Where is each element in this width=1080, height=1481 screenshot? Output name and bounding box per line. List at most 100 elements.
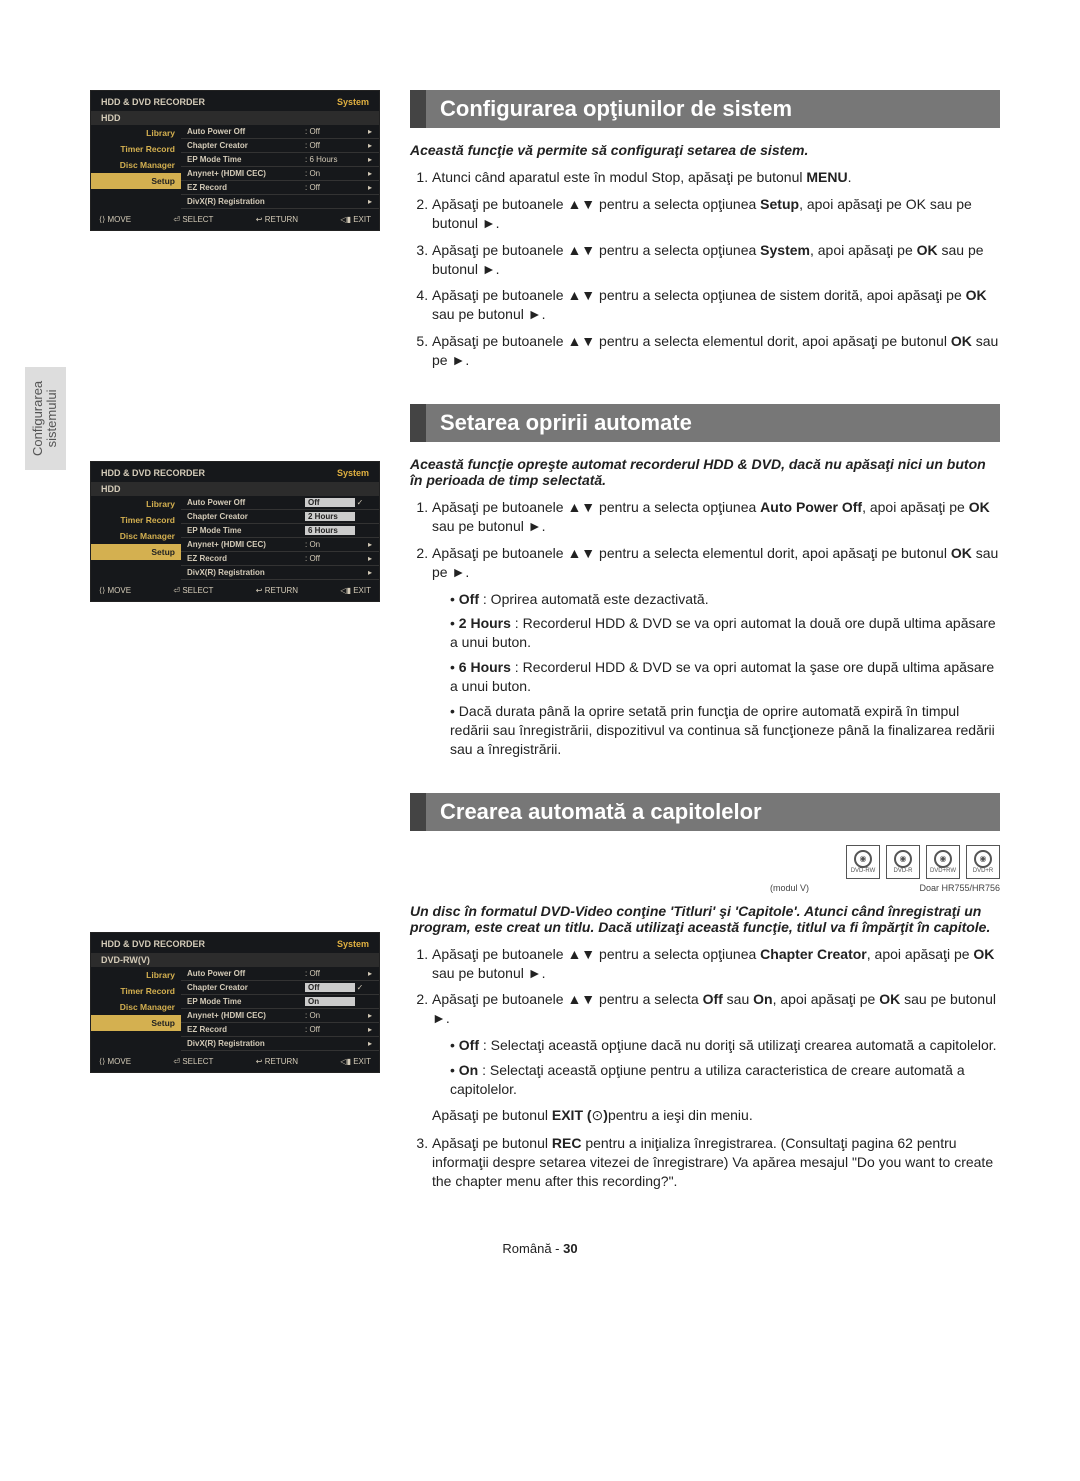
steps-1: Atunci când aparatul este în modul Stop,… [410,168,1000,370]
menu-library: Library [91,496,181,512]
hint-exit: ◁▮ EXIT [340,1057,371,1066]
osd-bottom: ⟨⟩ MOVE ⏎ SELECT ↩ RETURN ◁▮ EXIT [91,580,379,595]
osd-row: EP Mode Time6 Hours [181,524,379,538]
disc-label: DVD+R [973,868,994,874]
disc-dvd-plus-r-icon: ◉DVD+R [966,845,1000,879]
osd-row: Anynet+ (HDMI CEC): On▸ [181,167,379,181]
osd-sub-2: HDD [91,482,379,496]
disc-label: DVD-R [894,868,913,874]
step-item: Apăsaţi pe butoanele ▲▼ pentru a selecta… [432,286,1000,324]
osd-row: DivX(R) Registration▸ [181,195,379,209]
side-tab-line2: sistemului [44,390,59,448]
osd-row: Auto Power Off: Off▸ [181,125,379,139]
subtitle-3: Un disc în formatul DVD-Video conţine 'T… [410,903,1000,935]
disc-cap-left: (modul V) [770,883,809,893]
menu-setup-selected: Setup [91,173,181,189]
step-item: Apăsaţi pe butoanele ▲▼ pentru a selecta… [432,544,1000,582]
hint-select: ⏎ SELECT [173,215,213,224]
osd-system-label: System [337,468,369,478]
steps-2: Apăsaţi pe butoanele ▲▼ pentru a selecta… [410,498,1000,582]
step-item: Apăsaţi pe butoanele ▲▼ pentru a selecta… [432,990,1000,1028]
bullet-item: On : Selectaţi această opţiune pentru a … [450,1061,1000,1099]
hint-exit: ◁▮ EXIT [340,215,371,224]
disc-icons: ◉DVD-RW ◉DVD-R ◉DVD+RW ◉DVD+R [410,845,1000,879]
step-item: Apăsaţi pe butoanele ▲▼ pentru a selecta… [432,945,1000,983]
osd-row: Chapter Creator2 Hours [181,510,379,524]
step-item: Apăsaţi pe butoanele ▲▼ pentru a selecta… [432,332,1000,370]
bullets-3: Off : Selectaţi această opţiune dacă nu … [410,1036,1000,1099]
heading-configure-system: Configurarea opţiunilor de sistem [426,90,1000,128]
osd-list-2: Auto Power OffOff✓Chapter Creator2 Hours… [181,496,379,580]
osd-header: HDD & DVD RECORDER [101,468,205,478]
disc-cap-right: Doar HR755/HR756 [919,883,1000,893]
osd-screenshot-3: HDD & DVD RECORDER System DVD-RW(V) Libra… [90,932,380,1073]
osd-row: Anynet+ (HDMI CEC): On▸ [181,538,379,552]
menu-disc: Disc Manager [91,999,181,1015]
hint-move: ⟨⟩ MOVE [99,215,131,224]
osd-row: Auto Power OffOff✓ [181,496,379,510]
bullets-2: Off : Oprirea automată este dezactivată.… [410,590,1000,759]
osd-list-1: Auto Power Off: Off▸Chapter Creator: Off… [181,125,379,209]
hint-select: ⏎ SELECT [173,586,213,595]
disc-captions: (modul V) Doar HR755/HR756 [410,883,1000,893]
menu-setup-selected: Setup [91,1015,181,1031]
osd-row: EP Mode Time: 6 Hours▸ [181,153,379,167]
osd-row: DivX(R) Registration▸ [181,566,379,580]
menu-setup-selected: Setup [91,544,181,560]
menu-library: Library [91,967,181,983]
step-item: Apăsaţi pe butoanele ▲▼ pentru a selecta… [432,195,1000,233]
after-bullets-3: Apăsaţi pe butonul EXIT (⊙)pentru a ieşi… [410,1107,1000,1124]
footer-sep: - [552,1241,564,1256]
menu-disc: Disc Manager [91,157,181,173]
osd-row: EZ Record: Off▸ [181,552,379,566]
osd-row: EP Mode TimeOn [181,995,379,1009]
osd-row: Chapter Creator: Off▸ [181,139,379,153]
osd-row: Auto Power Off: Off▸ [181,967,379,981]
side-tab: Configurarea sistemului [25,367,66,470]
menu-timer: Timer Record [91,983,181,999]
subtitle-2: Această funcţie opreşte automat recorder… [410,456,1000,488]
osd-bottom: ⟨⟩ MOVE ⏎ SELECT ↩ RETURN ◁▮ EXIT [91,1051,379,1066]
section-auto-power-off: Setarea opririi automate Această funcţie… [410,404,1000,759]
hint-move: ⟨⟩ MOVE [99,586,131,595]
osd-header: HDD & DVD RECORDER [101,939,205,949]
osd-row: Chapter CreatorOff✓ [181,981,379,995]
disc-dvd-r-icon: ◉DVD-R [886,845,920,879]
hint-exit: ◁▮ EXIT [340,586,371,595]
hint-return: ↩ RETURN [256,215,298,224]
osd-sub-1: HDD [91,111,379,125]
bullet-item: 6 Hours : Recorderul HDD & DVD se va opr… [450,658,1000,696]
section-configure-system: Configurarea opţiunilor de sistem Aceast… [410,90,1000,370]
osd-menu: Library Timer Record Disc Manager Setup [91,496,181,580]
step-item: Atunci când aparatul este în modul Stop,… [432,168,1000,187]
osd-row: Anynet+ (HDMI CEC): On▸ [181,1009,379,1023]
menu-library: Library [91,125,181,141]
hint-move: ⟨⟩ MOVE [99,1057,131,1066]
osd-system-label: System [337,939,369,949]
heading-chapter-creator: Crearea automată a capitolelor [426,793,1000,831]
osd-row: EZ Record: Off▸ [181,181,379,195]
bullet-item: Off : Selectaţi această opţiune dacă nu … [450,1036,1000,1055]
disc-label: DVD-RW [851,868,876,874]
step-item: Apăsaţi pe butoanele ▲▼ pentru a selecta… [432,498,1000,536]
bullet-item: Dacă durata până la oprire setată prin f… [450,702,1000,759]
osd-row: DivX(R) Registration▸ [181,1037,379,1051]
footer-page: 30 [563,1241,577,1256]
left-column: Configurarea sistemului HDD & DVD RECORD… [80,90,380,1225]
osd-bottom: ⟨⟩ MOVE ⏎ SELECT ↩ RETURN ◁▮ EXIT [91,209,379,224]
osd-header: HDD & DVD RECORDER [101,97,205,107]
disc-label: DVD+RW [930,868,956,874]
page-footer: Română - 30 [80,1241,1000,1256]
osd-sub-3: DVD-RW(V) [91,953,379,967]
bullet-item: Off : Oprirea automată este dezactivată. [450,590,1000,609]
osd-menu: Library Timer Record Disc Manager Setup [91,967,181,1051]
osd-list-3: Auto Power Off: Off▸Chapter CreatorOff✓E… [181,967,379,1051]
bullet-item: 2 Hours : Recorderul HDD & DVD se va opr… [450,614,1000,652]
hint-select: ⏎ SELECT [173,1057,213,1066]
subtitle-1: Această funcţie vă permite să configuraţ… [410,142,1000,158]
footer-lang: Română [502,1241,551,1256]
osd-row: EZ Record: Off▸ [181,1023,379,1037]
page-layout: Configurarea sistemului HDD & DVD RECORD… [80,90,1000,1225]
step-3-extra: Apăsaţi pe butonul REC pentru a iniţiali… [410,1134,1000,1191]
osd-menu: Library Timer Record Disc Manager Setup [91,125,181,209]
